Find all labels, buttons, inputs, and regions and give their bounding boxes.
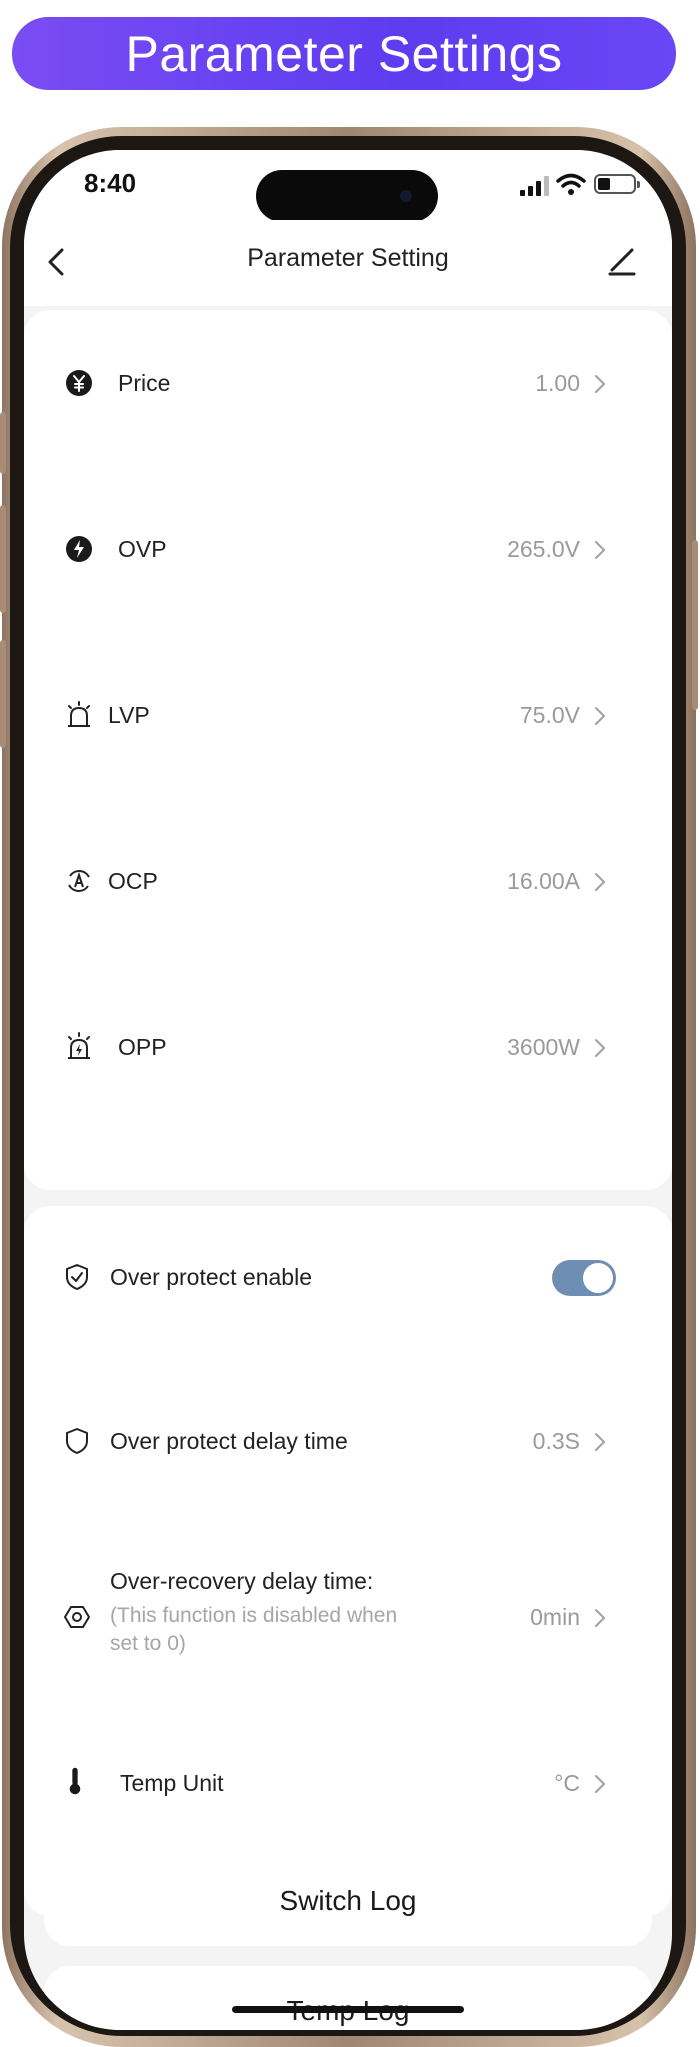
over-protect-delay-row[interactable]: Over protect delay time 0.3S bbox=[24, 1412, 672, 1472]
chevron-right-icon bbox=[595, 541, 606, 559]
limits-card: Price 1.00 OVP 265.0V LVP 75.0V OCP 16.0… bbox=[24, 310, 672, 1190]
phone-side-button bbox=[0, 505, 6, 613]
thermometer-icon bbox=[69, 1767, 81, 1795]
temp-unit-value: °C bbox=[554, 1770, 580, 1796]
ovp-row[interactable]: OVP 265.0V bbox=[24, 520, 672, 580]
ovp-value: 265.0V bbox=[507, 536, 580, 562]
hexagon-ring-icon bbox=[64, 1606, 90, 1628]
over-protect-enable-label: Over protect enable bbox=[110, 1264, 313, 1290]
chevron-right-icon bbox=[595, 707, 606, 725]
over-protect-delay-label: Over protect delay time bbox=[110, 1428, 348, 1454]
lvp-value: 75.0V bbox=[519, 702, 580, 728]
over-recovery-note-line1: (This function is disabled when bbox=[110, 1604, 398, 1627]
chevron-right-icon bbox=[595, 1775, 606, 1793]
phone-power-button bbox=[692, 540, 698, 710]
phone-side-button bbox=[0, 412, 6, 474]
opp-value: 3600W bbox=[507, 1034, 580, 1060]
ocp-value: 16.00A bbox=[507, 868, 580, 894]
current-cycle-icon bbox=[68, 870, 90, 892]
ocp-label: OCP bbox=[108, 868, 158, 894]
ocp-row[interactable]: OCP 16.00A bbox=[24, 852, 672, 912]
lvp-row[interactable]: LVP 75.0V bbox=[24, 686, 672, 746]
chevron-right-icon bbox=[595, 1609, 606, 1627]
over-protect-enable-toggle[interactable] bbox=[552, 1260, 616, 1296]
price-value: 1.00 bbox=[535, 370, 580, 396]
price-row[interactable]: Price 1.00 bbox=[24, 354, 672, 414]
yen-coin-icon bbox=[66, 370, 92, 396]
chevron-right-icon bbox=[595, 1433, 606, 1451]
status-time: 8:40 bbox=[84, 168, 137, 198]
status-bar: 8:40 bbox=[24, 150, 672, 222]
lvp-label: LVP bbox=[108, 702, 150, 728]
over-recovery-note-line2: set to 0) bbox=[110, 1632, 186, 1655]
opp-label: OPP bbox=[118, 1034, 167, 1060]
power-alarm-icon bbox=[68, 1032, 90, 1059]
chevron-right-icon bbox=[595, 375, 606, 393]
banner-title: Parameter Settings bbox=[12, 17, 676, 90]
shield-icon bbox=[66, 1428, 88, 1454]
temp-unit-row[interactable]: Temp Unit °C bbox=[24, 1754, 672, 1814]
price-label: Price bbox=[118, 370, 171, 396]
protection-card: Over protect enable Over protect delay t… bbox=[24, 1206, 672, 1916]
over-recovery-delay-row[interactable]: Over-recovery delay time: (This function… bbox=[24, 1562, 672, 1672]
over-recovery-delay-value: 0min bbox=[530, 1604, 580, 1630]
over-protect-delay-value: 0.3S bbox=[532, 1428, 580, 1454]
ovp-label: OVP bbox=[118, 536, 167, 562]
shield-check-icon bbox=[66, 1264, 88, 1290]
edit-button[interactable] bbox=[602, 240, 642, 280]
home-indicator bbox=[232, 2006, 464, 2013]
temp-unit-label: Temp Unit bbox=[120, 1770, 224, 1796]
chevron-right-icon bbox=[595, 1039, 606, 1057]
alarm-light-icon bbox=[68, 701, 90, 727]
opp-row[interactable]: OPP 3600W bbox=[24, 1018, 672, 1078]
page-title: Parameter Setting bbox=[247, 244, 449, 272]
wifi-icon bbox=[556, 173, 586, 195]
phone-screen: 8:40 Parameter Setting Price 1.00 OVP 26… bbox=[24, 150, 672, 2030]
cellular-signal-icon bbox=[520, 176, 549, 196]
over-protect-enable-row: Over protect enable bbox=[24, 1248, 672, 1308]
battery-icon bbox=[594, 174, 640, 194]
voltage-alert-icon bbox=[66, 536, 92, 562]
temp-log-button[interactable]: Temp Log bbox=[44, 1966, 652, 2030]
chevron-right-icon bbox=[595, 873, 606, 891]
phone-side-button bbox=[0, 640, 6, 748]
dynamic-island bbox=[256, 170, 438, 222]
navigation-bar: Parameter Setting bbox=[24, 220, 672, 306]
over-recovery-delay-label: Over-recovery delay time: bbox=[110, 1568, 374, 1594]
switch-log-button[interactable]: Switch Log bbox=[44, 1856, 652, 1946]
